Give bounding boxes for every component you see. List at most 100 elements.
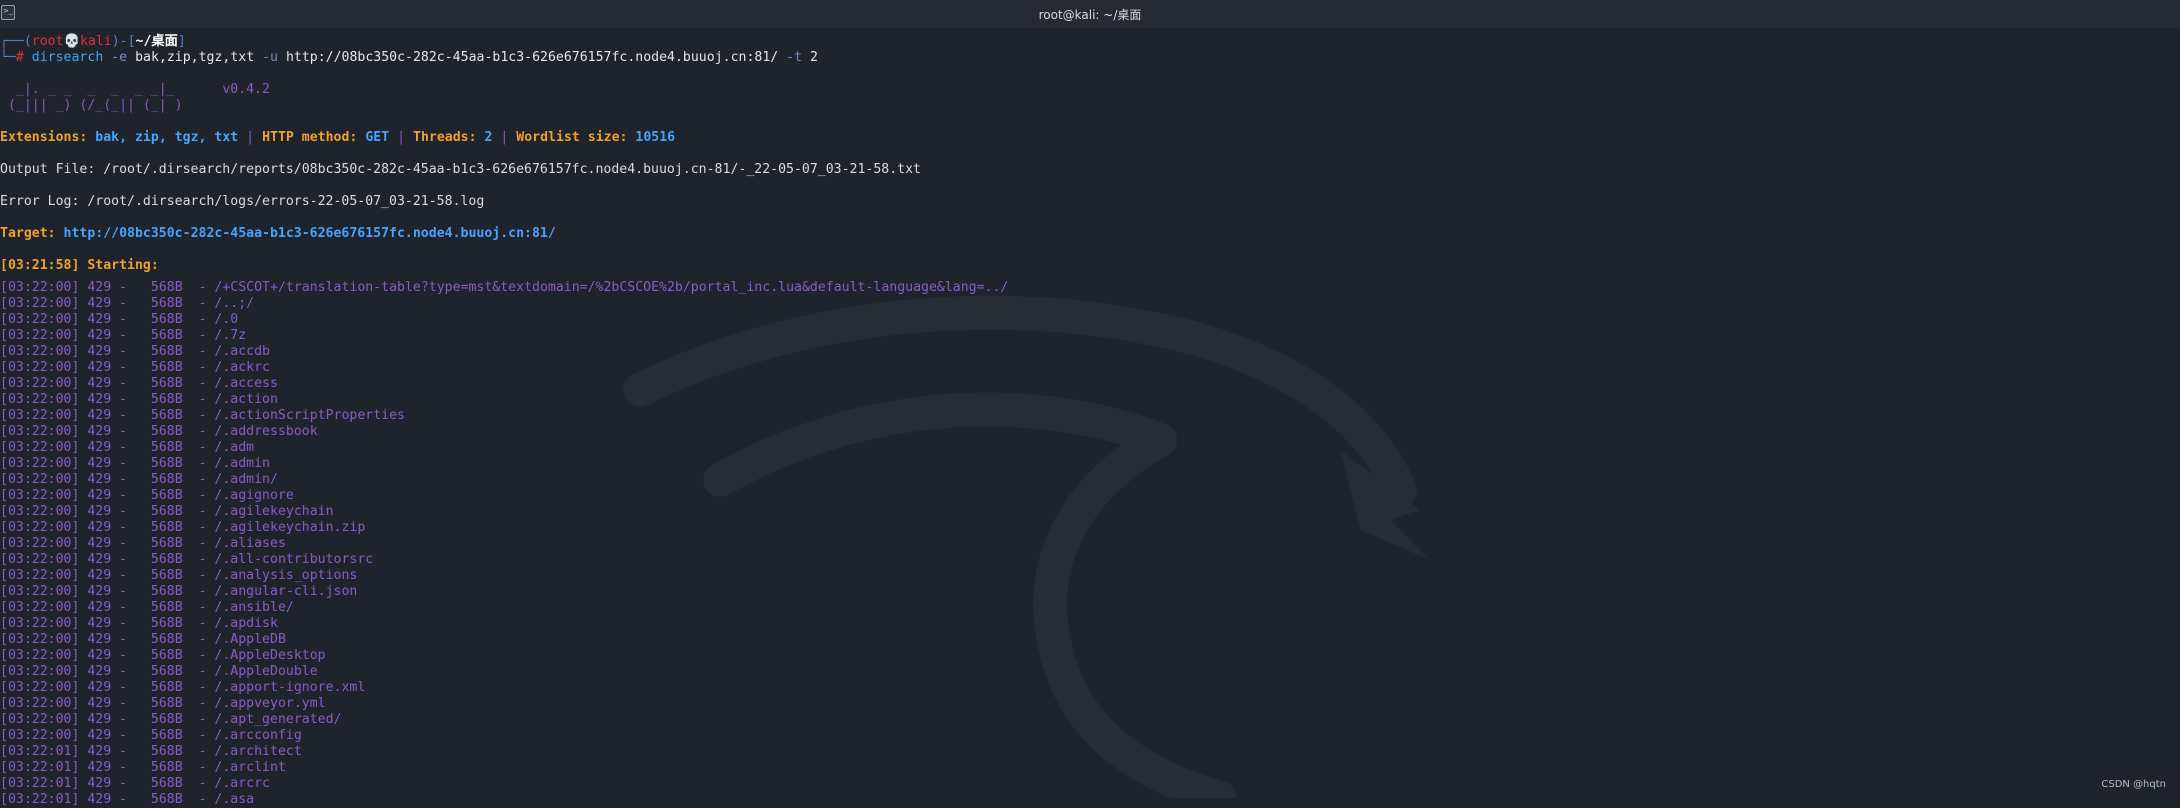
- result-path: /.adm: [214, 440, 255, 455]
- result-time: [03:22:01]: [0, 760, 80, 775]
- result-row: [03:22:00] 429 - 568B - /.analysis_optio…: [0, 568, 358, 583]
- result-path: /.admin/: [214, 472, 278, 487]
- prompt-line-1: ┌──(root💀kali)-[~/桌面]: [0, 34, 186, 49]
- result-size: 568B: [150, 296, 183, 311]
- result-status: 429: [87, 472, 112, 487]
- result-path: /.admin: [214, 456, 270, 471]
- result-path: /..;/: [214, 296, 255, 311]
- result-status: 429: [87, 504, 112, 519]
- result-size: 568B: [150, 360, 183, 375]
- result-status: 429: [87, 648, 112, 663]
- result-time: [03:22:01]: [0, 776, 80, 791]
- result-path: /.addressbook: [214, 424, 318, 439]
- result-time: [03:22:00]: [0, 360, 80, 375]
- result-path: /.appveyor.yml: [214, 696, 326, 711]
- result-status: 429: [87, 776, 112, 791]
- result-path: /.actionScriptProperties: [214, 408, 405, 423]
- result-status: 429: [87, 360, 112, 375]
- result-path: /.agilekeychain.zip: [214, 520, 366, 535]
- result-path: /.arcrc: [214, 776, 270, 791]
- result-row: [03:22:00] 429 - 568B - /+CSCOT+/transla…: [0, 280, 1009, 295]
- result-time: [03:22:00]: [0, 296, 80, 311]
- result-time: [03:22:00]: [0, 712, 80, 727]
- target-line: Target: http://08bc350c-282c-45aa-b1c3-6…: [0, 226, 556, 241]
- result-time: [03:22:00]: [0, 472, 80, 487]
- result-row: [03:22:01] 429 - 568B - /.arclint: [0, 760, 286, 775]
- dirsearch-logo-line-2: (_||| _) (/_(_|| (_| ): [0, 98, 183, 113]
- scan-info-line: Extensions: bak, zip, tgz, txt | HTTP me…: [0, 130, 676, 145]
- result-status: 429: [87, 632, 112, 647]
- result-size: 568B: [150, 648, 183, 663]
- result-time: [03:22:00]: [0, 664, 80, 679]
- result-status: 429: [87, 664, 112, 679]
- result-time: [03:22:00]: [0, 728, 80, 743]
- result-row: [03:22:01] 429 - 568B - /.arcrc: [0, 776, 270, 791]
- result-size: 568B: [150, 584, 183, 599]
- result-row: [03:22:00] 429 - 568B - /.access: [0, 376, 278, 391]
- result-path: /.AppleDesktop: [214, 648, 326, 663]
- result-time: [03:22:00]: [0, 424, 80, 439]
- result-row: [03:22:00] 429 - 568B - /.7z: [0, 328, 247, 343]
- result-status: 429: [87, 392, 112, 407]
- result-size: 568B: [150, 456, 183, 471]
- window-title: root@kali: ~/桌面: [1038, 8, 1142, 22]
- result-time: [03:22:00]: [0, 408, 80, 423]
- result-size: 568B: [150, 712, 183, 727]
- result-row: [03:22:00] 429 - 568B - /.adm: [0, 440, 255, 455]
- result-row: [03:22:00] 429 - 568B - /.action: [0, 392, 278, 407]
- result-path: /.apt_generated/: [214, 712, 342, 727]
- result-size: 568B: [150, 552, 183, 567]
- result-row: [03:22:00] 429 - 568B - /.admin: [0, 456, 270, 471]
- result-size: 568B: [150, 520, 183, 535]
- result-time: [03:22:00]: [0, 520, 80, 535]
- result-time: [03:22:00]: [0, 616, 80, 631]
- result-time: [03:22:00]: [0, 696, 80, 711]
- result-status: 429: [87, 584, 112, 599]
- result-status: 429: [87, 488, 112, 503]
- result-row: [03:22:00] 429 - 568B - /.0: [0, 312, 239, 327]
- result-size: 568B: [150, 536, 183, 551]
- result-time: [03:22:00]: [0, 648, 80, 663]
- window-titlebar: >_ root@kali: ~/桌面: [0, 0, 2180, 28]
- result-status: 429: [87, 568, 112, 583]
- result-path: /.access: [214, 376, 278, 391]
- csdn-watermark: CSDN @hqtn: [2101, 779, 2166, 790]
- result-status: 429: [87, 312, 112, 327]
- result-size: 568B: [150, 312, 183, 327]
- result-row: [03:22:00] 429 - 568B - /.agilekeychain: [0, 504, 334, 519]
- result-status: 429: [87, 328, 112, 343]
- result-time: [03:22:00]: [0, 632, 80, 647]
- result-time: [03:22:01]: [0, 792, 80, 807]
- result-time: [03:22:01]: [0, 744, 80, 759]
- result-path: /.AppleDB: [214, 632, 286, 647]
- result-size: 568B: [150, 600, 183, 615]
- result-path: /.asa: [214, 792, 255, 807]
- result-status: 429: [87, 344, 112, 359]
- result-path: /.agignore: [214, 488, 294, 503]
- result-path: /.accdb: [214, 344, 270, 359]
- result-size: 568B: [150, 376, 183, 391]
- result-size: 568B: [150, 696, 183, 711]
- result-size: 568B: [150, 776, 183, 791]
- result-path: /.arclint: [214, 760, 286, 775]
- terminal-output[interactable]: ┌──(root💀kali)-[~/桌面] └─# dirsearch -e b…: [0, 34, 2180, 807]
- result-row: [03:22:00] 429 - 568B - /.admin/: [0, 472, 278, 487]
- result-row: [03:22:00] 429 - 568B - /.agignore: [0, 488, 294, 503]
- error-log-line: Error Log: /root/.dirsearch/logs/errors-…: [0, 194, 485, 209]
- result-size: 568B: [150, 664, 183, 679]
- result-row: [03:22:00] 429 - 568B - /.ansible/: [0, 600, 294, 615]
- result-path: /.7z: [214, 328, 247, 343]
- result-time: [03:22:00]: [0, 280, 80, 295]
- result-size: 568B: [150, 504, 183, 519]
- result-path: /.agilekeychain: [214, 504, 334, 519]
- result-row: [03:22:00] 429 - 568B - /..;/: [0, 296, 255, 311]
- result-size: 568B: [150, 760, 183, 775]
- result-row: [03:22:00] 429 - 568B - /.apt_generated/: [0, 712, 342, 727]
- result-path: /.0: [214, 312, 239, 327]
- result-status: 429: [87, 408, 112, 423]
- result-size: 568B: [150, 792, 183, 807]
- result-size: 568B: [150, 472, 183, 487]
- result-size: 568B: [150, 424, 183, 439]
- result-size: 568B: [150, 440, 183, 455]
- result-status: 429: [87, 760, 112, 775]
